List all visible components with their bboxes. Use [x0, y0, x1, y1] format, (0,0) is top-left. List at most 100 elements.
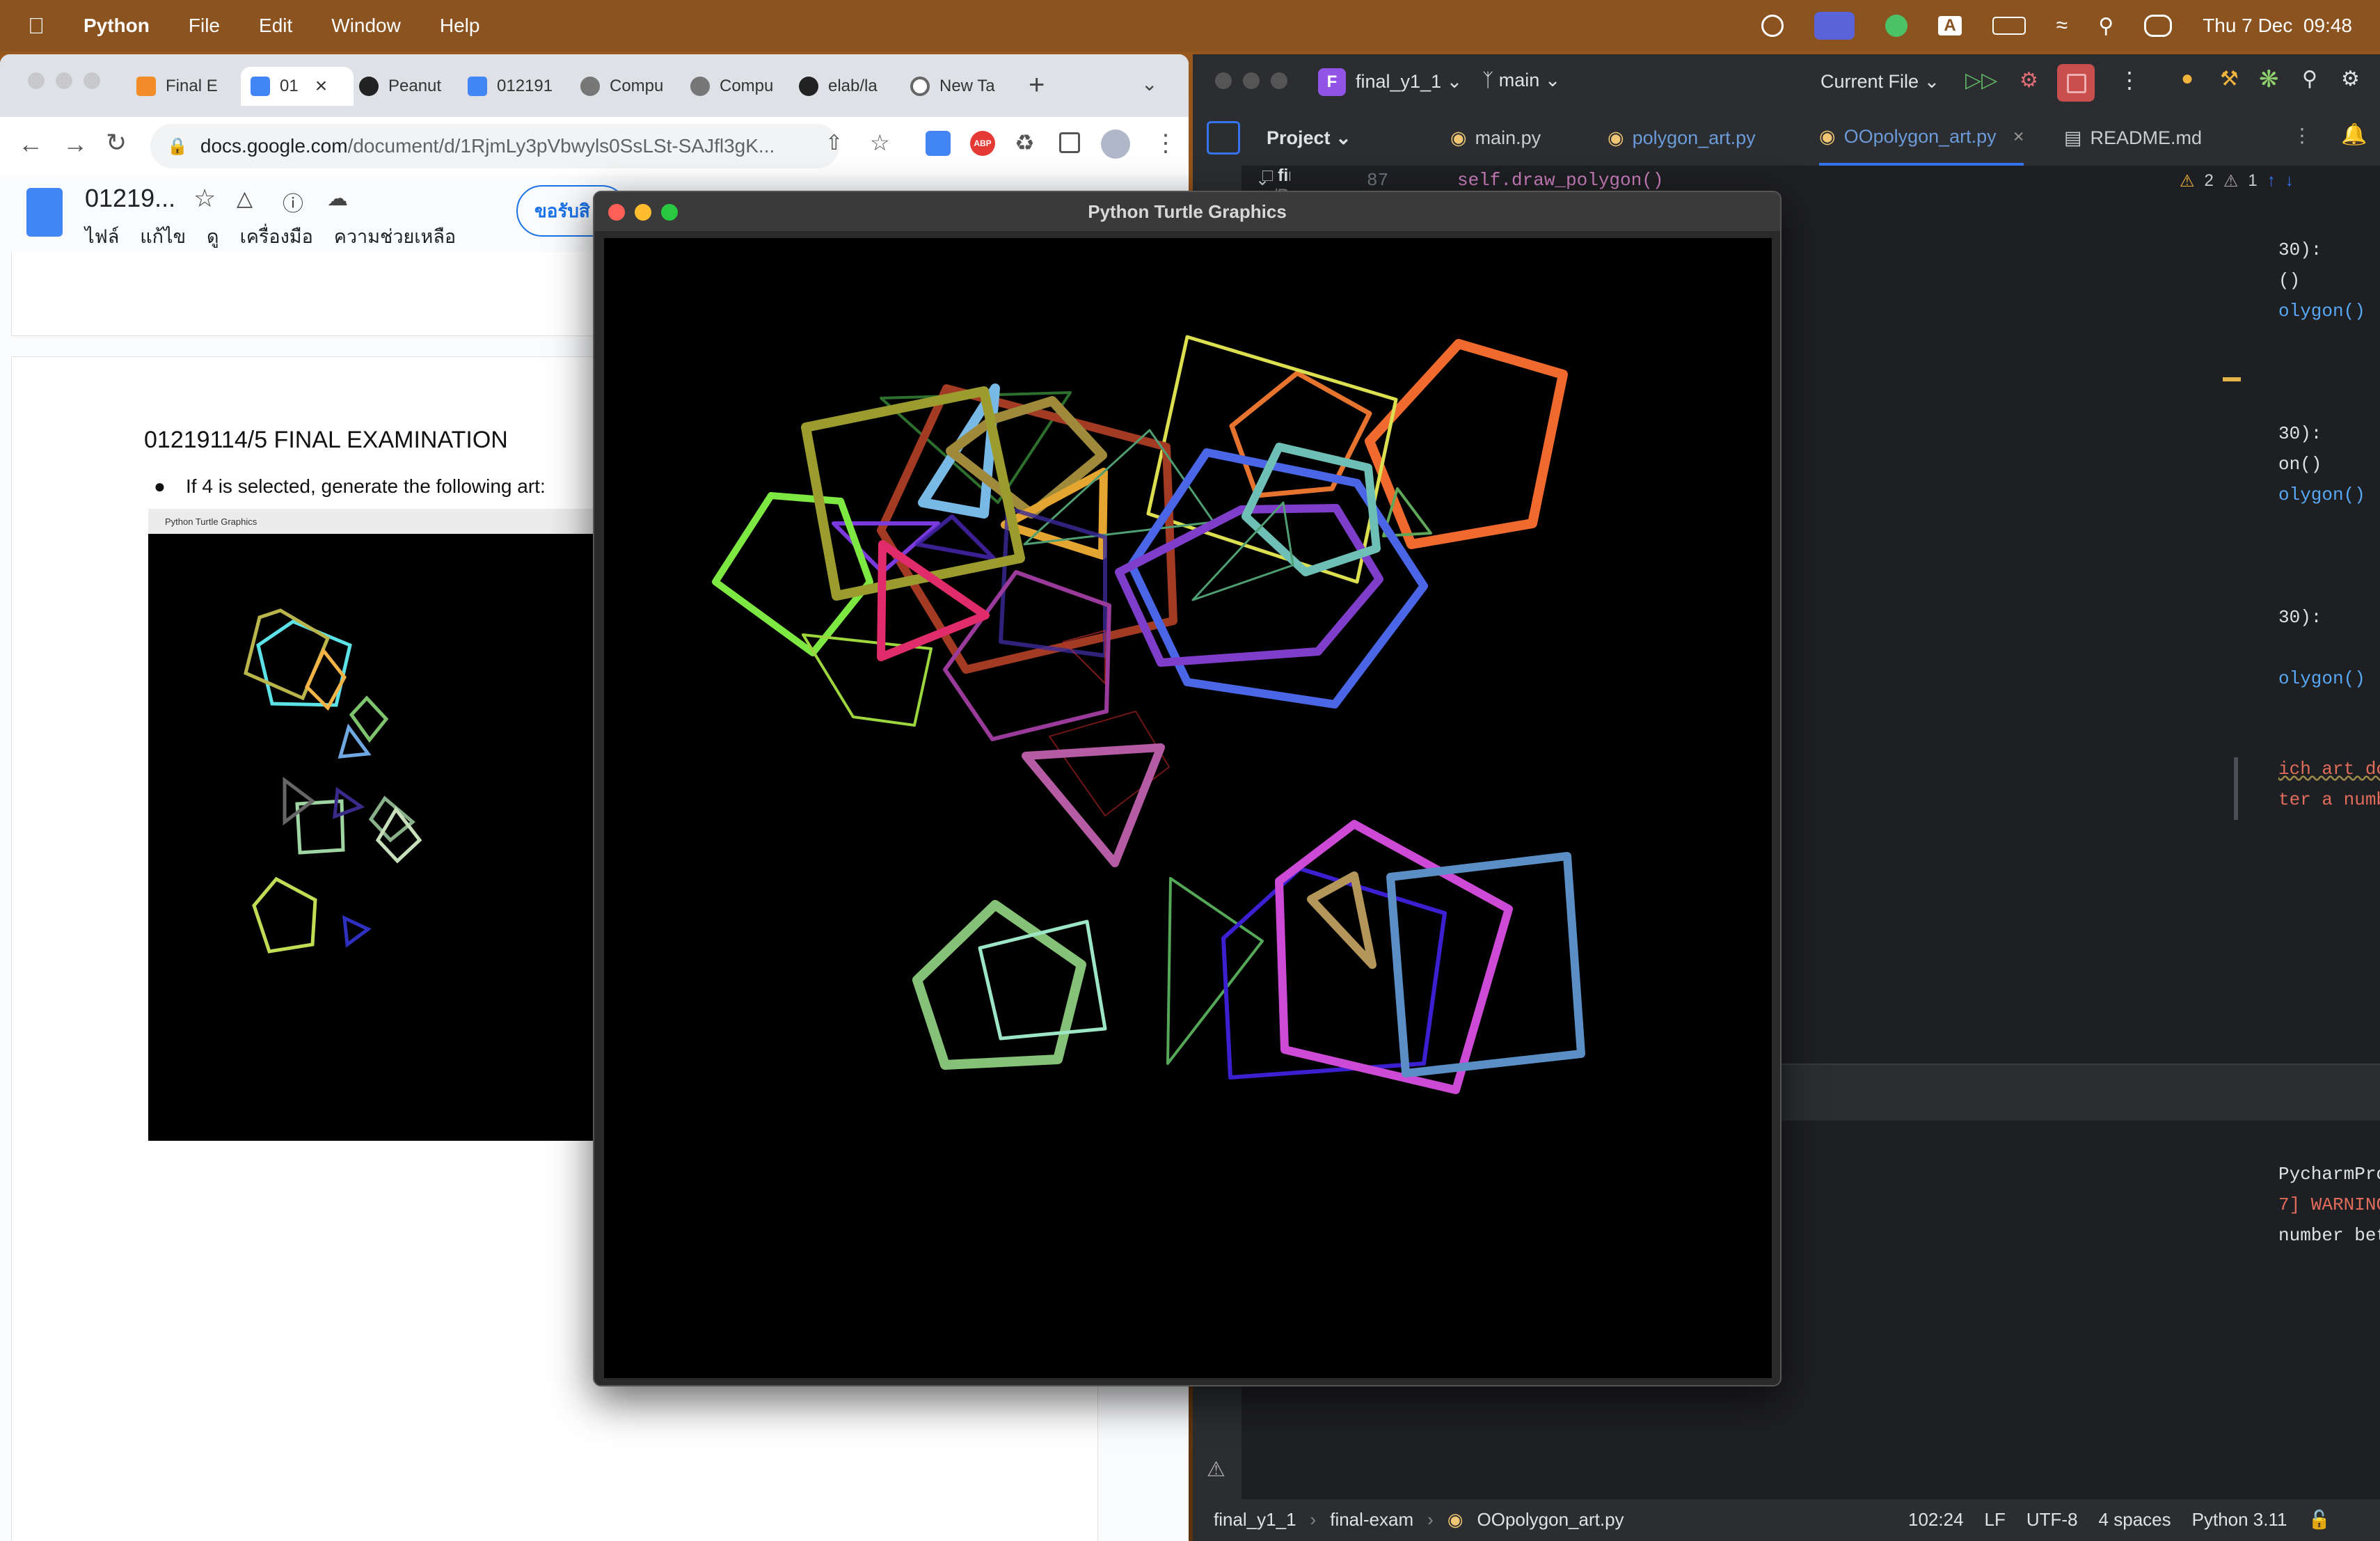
- menu-view[interactable]: ดู: [207, 221, 219, 251]
- bookmark-star-icon[interactable]: ☆: [870, 129, 890, 156]
- project-badge[interactable]: F: [1318, 68, 1346, 96]
- document-name[interactable]: 01219...: [85, 184, 175, 213]
- branch-switcher[interactable]: ᛉ main ⌄: [1482, 70, 1560, 91]
- window-minimize-button[interactable]: [1243, 72, 1260, 89]
- editor-scrollbar[interactable]: [2234, 757, 2238, 820]
- problems-icon[interactable]: ⚠: [1207, 1457, 1225, 1482]
- document-heading: 01219114/5 FINAL EXAMINATION: [144, 427, 508, 453]
- breadcrumb-item[interactable]: OOpolygon_art.py: [1477, 1509, 1624, 1531]
- side-panel-icon[interactable]: [1059, 132, 1080, 153]
- dnd-icon[interactable]: [1761, 15, 1784, 37]
- breadcrumb-item[interactable]: final_y1_1: [1214, 1509, 1296, 1531]
- tab-oopolygon-art-py[interactable]: ◉ OOpolygon_art.py ×: [1819, 110, 2024, 166]
- share-page-icon[interactable]: ⇧: [825, 131, 843, 155]
- wifi-icon[interactable]: ≈: [2056, 14, 2068, 38]
- menu-window[interactable]: Window: [331, 15, 401, 37]
- back-arrow-icon[interactable]: ←: [18, 129, 43, 159]
- notifications-bell-icon[interactable]: 🔔: [2341, 123, 2367, 147]
- indent-setting[interactable]: 4 spaces: [2099, 1509, 2171, 1531]
- menubar-clock[interactable]: Thu 7 Dec 09:48: [2203, 15, 2352, 37]
- menu-edit[interactable]: แก้ไข: [140, 221, 186, 251]
- spotlight-search-icon[interactable]: ⚲: [2098, 14, 2113, 38]
- tab-012191[interactable]: 012191: [468, 67, 553, 106]
- settings-gear-icon[interactable]: ⚙: [2341, 67, 2360, 91]
- menu-help[interactable]: Help: [440, 15, 480, 37]
- tab-compu-1[interactable]: Compu: [580, 67, 663, 106]
- project-switcher[interactable]: final_y1_1 ⌄: [1356, 71, 1462, 93]
- forward-arrow-icon[interactable]: →: [63, 129, 88, 159]
- python-file-icon: ◉: [1608, 127, 1624, 148]
- window-close-button[interactable]: [28, 72, 45, 89]
- reload-icon[interactable]: ↻: [106, 128, 127, 157]
- ai-assistant-icon[interactable]: ❋: [2259, 65, 2279, 93]
- embedded-art-screenshot[interactable]: Python Turtle Graphics: [148, 509, 635, 1141]
- adblock-extension-icon[interactable]: ABP: [970, 131, 995, 156]
- menu-tools[interactable]: เครื่องมือ: [240, 221, 313, 251]
- python-interpreter[interactable]: Python 3.11: [2192, 1509, 2287, 1531]
- breadcrumb-item[interactable]: final-exam: [1330, 1509, 1413, 1531]
- tab-elab[interactable]: elab/la: [799, 67, 878, 106]
- extensions-puzzle-icon[interactable]: ♻: [1015, 129, 1035, 156]
- menu-help[interactable]: ความช่วยเหลือ: [334, 221, 456, 251]
- google-docs-logo-icon[interactable]: [26, 188, 63, 237]
- battery-icon[interactable]: [1992, 17, 2026, 35]
- input-source-icon[interactable]: A: [1938, 16, 1962, 35]
- move-to-drive-icon[interactable]: △: [237, 187, 253, 211]
- info-icon[interactable]: ⓘ: [283, 187, 303, 217]
- tab-search-chevron-icon[interactable]: ⌄: [1141, 72, 1157, 95]
- tab-peanut[interactable]: Peanut: [359, 67, 441, 106]
- stop-button[interactable]: [2057, 64, 2095, 102]
- window-zoom-button[interactable]: [1271, 72, 1287, 89]
- line-app-icon[interactable]: [1885, 15, 1908, 37]
- address-bar[interactable]: 🔒 docs.google.com /document/d/1RjmLy3pVb…: [150, 124, 839, 168]
- page-next-chevron-icon[interactable]: ›: [1143, 1537, 1152, 1541]
- window-zoom-button[interactable]: [661, 204, 678, 221]
- build-tools-icon[interactable]: ⚒: [2220, 67, 2239, 91]
- lock-icon[interactable]: 🔓: [2308, 1509, 2330, 1531]
- profile-avatar[interactable]: [1101, 129, 1130, 159]
- code-with-me-icon[interactable]: ●: [2181, 67, 2193, 90]
- menu-file[interactable]: File: [189, 15, 220, 37]
- window-close-button[interactable]: [1215, 72, 1232, 89]
- tab-overflow-menu-icon[interactable]: ⋮: [2292, 124, 2312, 147]
- debug-bug-icon[interactable]: ⚙: [2020, 68, 2038, 93]
- run-config-name: Current File: [1820, 71, 1919, 92]
- tab-new-tab[interactable]: New Ta: [910, 67, 995, 106]
- chrome-menu-icon[interactable]: ⋮: [1154, 129, 1177, 157]
- caret-position[interactable]: 102:24: [1908, 1509, 1964, 1531]
- screen-mirror-icon[interactable]: [1814, 12, 1855, 40]
- prev-highlight-arrow-icon[interactable]: ↑: [2267, 171, 2276, 191]
- translate-extension-icon[interactable]: [926, 131, 951, 156]
- tab-close-icon[interactable]: ×: [2013, 126, 2024, 148]
- tab-main-py[interactable]: ◉ main.py: [1450, 110, 1541, 166]
- next-highlight-arrow-icon[interactable]: ↓: [2285, 171, 2294, 191]
- window-minimize-button[interactable]: [56, 72, 72, 89]
- window-zoom-button[interactable]: [84, 72, 100, 89]
- window-close-button[interactable]: [608, 204, 625, 221]
- control-center-icon[interactable]: [2144, 15, 2173, 37]
- window-minimize-button[interactable]: [635, 204, 651, 221]
- tab-readme-md[interactable]: ▤ README.md: [2064, 110, 2202, 166]
- menu-edit[interactable]: Edit: [259, 15, 292, 37]
- tab-google-doc[interactable]: 01 ×: [241, 67, 354, 106]
- warning-stripe-marker[interactable]: [2223, 379, 2241, 381]
- tab-compu-2[interactable]: Compu: [690, 67, 773, 106]
- project-toolwindow-icon[interactable]: [1207, 121, 1240, 155]
- more-actions-icon[interactable]: ⋮: [2118, 67, 2141, 93]
- search-everywhere-icon[interactable]: ⚲: [2302, 67, 2317, 91]
- tab-polygon-art-py[interactable]: ◉ polygon_art.py: [1608, 110, 1756, 166]
- menu-file[interactable]: ไฟล์: [85, 221, 119, 251]
- line-separator[interactable]: LF: [1985, 1509, 2006, 1531]
- turtle-canvas[interactable]: [604, 238, 1772, 1378]
- inspection-widget[interactable]: ⚠ 2 ⚠ 1 ↑ ↓: [2180, 171, 2294, 191]
- tab-close-icon[interactable]: ×: [315, 74, 328, 98]
- new-tab-button[interactable]: +: [1029, 70, 1045, 101]
- run-icon[interactable]: ▷▷: [1965, 68, 1997, 93]
- project-panel-header[interactable]: Project ⌄: [1267, 110, 1351, 166]
- star-icon[interactable]: ☆: [193, 184, 216, 213]
- file-encoding[interactable]: UTF-8: [2026, 1509, 2078, 1531]
- tab-final-exam[interactable]: Final E: [136, 67, 218, 106]
- menu-app-name[interactable]: Python: [84, 15, 150, 37]
- apple-icon[interactable]: : [28, 13, 45, 39]
- run-config-selector[interactable]: Current File ⌄: [1820, 71, 1939, 93]
